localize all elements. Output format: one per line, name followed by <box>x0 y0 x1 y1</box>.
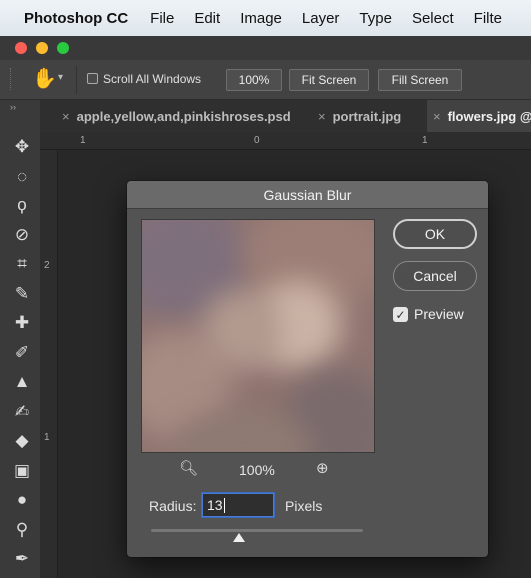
radius-slider-track[interactable] <box>151 529 363 532</box>
ok-button[interactable]: OK <box>393 219 477 249</box>
text-caret <box>223 497 225 513</box>
zoom-window-button[interactable] <box>57 42 69 54</box>
scroll-all-windows-checkbox[interactable] <box>87 73 98 84</box>
close-window-button[interactable] <box>15 42 27 54</box>
ruler-label: 2 <box>44 260 50 271</box>
minimize-window-button[interactable] <box>36 42 48 54</box>
options-separator <box>76 66 77 94</box>
tab-label: portrait.jpg <box>332 108 402 124</box>
gradient-icon[interactable]: ▣ <box>11 460 33 482</box>
tab-apple-roses[interactable]: × apple,yellow,and,pinkishroses.psd <box>62 100 312 132</box>
zoom-100-button[interactable]: 100% <box>226 69 282 91</box>
dialog-title[interactable]: Gaussian Blur <box>127 181 488 209</box>
menu-edit[interactable]: Edit <box>194 10 220 27</box>
crop-icon[interactable]: ⌗ <box>11 253 33 275</box>
app-menu[interactable]: Photoshop CC <box>24 10 128 27</box>
close-icon[interactable]: × <box>433 109 441 124</box>
checkmark-icon: ✓ <box>395 307 406 322</box>
fill-screen-button[interactable]: Fill Screen <box>378 69 462 91</box>
radius-value: 13 <box>207 497 223 513</box>
menu-type[interactable]: Type <box>359 10 392 27</box>
zoom-in-icon[interactable]: ⊕ <box>316 459 329 477</box>
ruler-label: 0 <box>254 135 260 146</box>
tab-flowers[interactable]: × flowers.jpg @ <box>427 100 531 132</box>
fit-screen-button[interactable]: Fit Screen <box>289 69 369 91</box>
toolbar-header[interactable]: ›› <box>0 100 40 132</box>
clone-stamp-icon[interactable]: ▲ <box>11 371 33 393</box>
move-icon[interactable]: ✥ <box>11 136 33 158</box>
blur-icon[interactable]: ● <box>11 489 33 511</box>
menu-bar: Photoshop CC File Edit Image Layer Type … <box>0 0 531 36</box>
cancel-button[interactable]: Cancel <box>393 261 477 291</box>
menu-filter[interactable]: Filte <box>474 10 502 27</box>
preview-zoom-level: 100% <box>239 462 275 478</box>
ruler-label: 1 <box>80 135 86 146</box>
dodge-icon[interactable]: ⚲ <box>11 519 33 541</box>
zoom-out-icon[interactable]: 🔍︎ <box>179 459 198 477</box>
blur-preview-image[interactable] <box>141 219 375 453</box>
expand-icon[interactable]: ›› <box>10 102 16 112</box>
eyedropper-icon[interactable]: ✎ <box>11 283 33 305</box>
menu-layer[interactable]: Layer <box>302 10 340 27</box>
options-bar-grip[interactable] <box>10 68 13 90</box>
tab-label: apple,yellow,and,pinkishroses.psd <box>76 108 291 124</box>
preview-region <box>202 290 282 370</box>
tab-label: flowers.jpg @ <box>447 108 531 124</box>
ruler-label: 1 <box>422 135 428 146</box>
vertical-ruler: 2 1 <box>40 150 58 578</box>
marquee-icon[interactable]: ◌ <box>11 166 33 188</box>
radius-unit-label: Pixels <box>285 498 323 514</box>
window-title-bar <box>0 36 531 60</box>
lasso-icon[interactable]: ϙ <box>11 194 33 216</box>
preview-checkbox[interactable]: ✓ <box>393 307 408 322</box>
horizontal-ruler: 1 0 1 <box>40 132 531 150</box>
close-icon[interactable]: × <box>62 109 70 124</box>
healing-brush-icon[interactable]: ✚ <box>11 312 33 334</box>
ruler-label: 1 <box>44 432 50 443</box>
eraser-icon[interactable]: ◆ <box>11 430 33 452</box>
chevron-down-icon[interactable]: ▾ <box>58 72 63 83</box>
menu-select[interactable]: Select <box>412 10 454 27</box>
quick-select-icon[interactable]: ⊘ <box>11 224 33 246</box>
menu-image[interactable]: Image <box>240 10 282 27</box>
radius-label: Radius: <box>149 498 197 514</box>
radius-slider-thumb[interactable] <box>233 533 245 542</box>
preview-label[interactable]: Preview <box>414 306 464 322</box>
brush-icon[interactable]: ✐ <box>11 342 33 364</box>
history-brush-icon[interactable]: ✍ <box>11 401 33 423</box>
close-icon[interactable]: × <box>318 109 326 124</box>
radius-input[interactable]: 13 <box>202 493 274 517</box>
tools-panel: ✥ ◌ ϙ ⊘ ⌗ ✎ ✚ ✐ ▲ ✍ ◆ ▣ ● ⚲ ✒ <box>0 132 40 578</box>
gaussian-blur-dialog: Gaussian Blur OK Cancel ✓ Preview 🔍︎ 100… <box>127 181 488 557</box>
tab-portrait[interactable]: × portrait.jpg <box>318 100 426 132</box>
menu-file[interactable]: File <box>150 10 174 27</box>
pen-icon[interactable]: ✒ <box>11 548 33 570</box>
hand-icon[interactable]: ✋ <box>32 66 57 91</box>
scroll-all-windows-label[interactable]: Scroll All Windows <box>103 72 201 86</box>
